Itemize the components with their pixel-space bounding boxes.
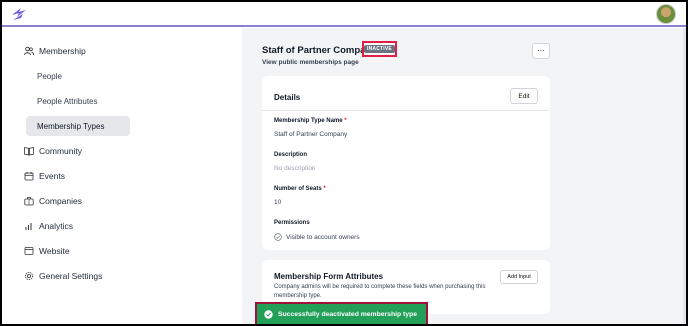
more-options-button[interactable]: ··· — [532, 43, 550, 59]
sidebar-item-label: Analytics — [39, 221, 74, 231]
permission-text: Visible to account owners — [286, 233, 360, 241]
check-circle-icon — [264, 309, 273, 319]
sidebar-item-people-attributes[interactable]: People Attributes — [26, 91, 130, 111]
book-icon — [24, 147, 34, 156]
users-icon — [24, 46, 34, 56]
briefcase-icon — [24, 197, 34, 206]
sidebar: Membership People People Attributes Memb… — [2, 28, 242, 324]
label-text: Number of Seats — [274, 186, 322, 192]
divider — [262, 110, 550, 111]
success-toast: Successfully deactivated membership type — [257, 304, 426, 324]
sidebar-item-membership-types[interactable]: Membership Types — [26, 116, 130, 136]
sidebar-item-membership[interactable]: Membership — [24, 41, 86, 61]
sidebar-item-general-settings[interactable]: General Settings — [24, 266, 102, 286]
description-label: Description — [274, 152, 308, 158]
required-mark: * — [323, 186, 326, 192]
sidebar-item-website[interactable]: Website — [24, 241, 70, 261]
description-value: No description — [274, 165, 316, 172]
details-title: Details — [274, 93, 301, 102]
status-badge-highlight: INACTIVE — [362, 41, 397, 57]
sidebar-item-analytics[interactable]: Analytics — [24, 216, 73, 236]
add-input-button[interactable]: Add Input — [500, 270, 538, 284]
lightning-logo-icon[interactable] — [10, 6, 28, 22]
sidebar-item-label: Website — [39, 246, 70, 256]
form-attributes-title: Membership Form Attributes — [274, 272, 384, 281]
label-text: Membership Type Name — [274, 118, 343, 124]
gear-icon — [25, 272, 33, 280]
sidebar-item-events[interactable]: Events — [24, 166, 65, 186]
page-title: Staff of Partner Company — [262, 45, 377, 56]
sidebar-item-label: Companies — [39, 196, 82, 206]
status-badge: INACTIVE — [364, 45, 395, 53]
top-bar — [2, 2, 686, 27]
toast-highlight: Successfully deactivated membership type — [255, 302, 428, 324]
membership-type-name-value: Staff of Partner Company — [274, 131, 348, 138]
sidebar-item-companies[interactable]: Companies — [24, 191, 82, 211]
required-mark: * — [344, 118, 347, 124]
main-content: Staff of Partner Company INACTIVE View p… — [242, 28, 686, 324]
bar-chart-icon — [25, 223, 32, 230]
sidebar-item-label: General Settings — [39, 271, 103, 281]
edit-button[interactable]: Edit — [510, 88, 538, 104]
avatar[interactable] — [656, 4, 676, 24]
permission-item: Visible to account owners — [274, 233, 360, 241]
globe-icon — [24, 247, 34, 255]
sidebar-item-community[interactable]: Community — [24, 141, 82, 161]
number-of-seats-value: 10 — [274, 199, 282, 206]
membership-type-name-label: Membership Type Name * — [274, 118, 347, 124]
sidebar-item-people[interactable]: People — [26, 66, 130, 86]
sidebar-item-label: Membership — [39, 46, 86, 56]
toast-message: Successfully deactivated membership type — [278, 310, 418, 318]
form-attributes-description: Company admins will be required to compl… — [274, 284, 486, 299]
sidebar-item-label: Community — [39, 146, 82, 156]
sidebar-item-label: Events — [39, 171, 65, 181]
sidebar-item-label: People — [37, 71, 62, 81]
check-circle-icon — [274, 233, 282, 241]
app-window: Membership People People Attributes Memb… — [2, 2, 686, 324]
sidebar-item-label: People Attributes — [37, 96, 98, 106]
calendar-icon — [24, 172, 34, 181]
details-card: Details Edit Membership Type Name * Staf… — [262, 76, 550, 250]
number-of-seats-label: Number of Seats * — [274, 186, 326, 192]
scrollbar[interactable] — [683, 28, 686, 324]
view-public-memberships-link[interactable]: View public memberships page — [262, 59, 359, 66]
permissions-label: Permissions — [274, 220, 310, 226]
sidebar-item-label: Membership Types — [37, 121, 105, 131]
